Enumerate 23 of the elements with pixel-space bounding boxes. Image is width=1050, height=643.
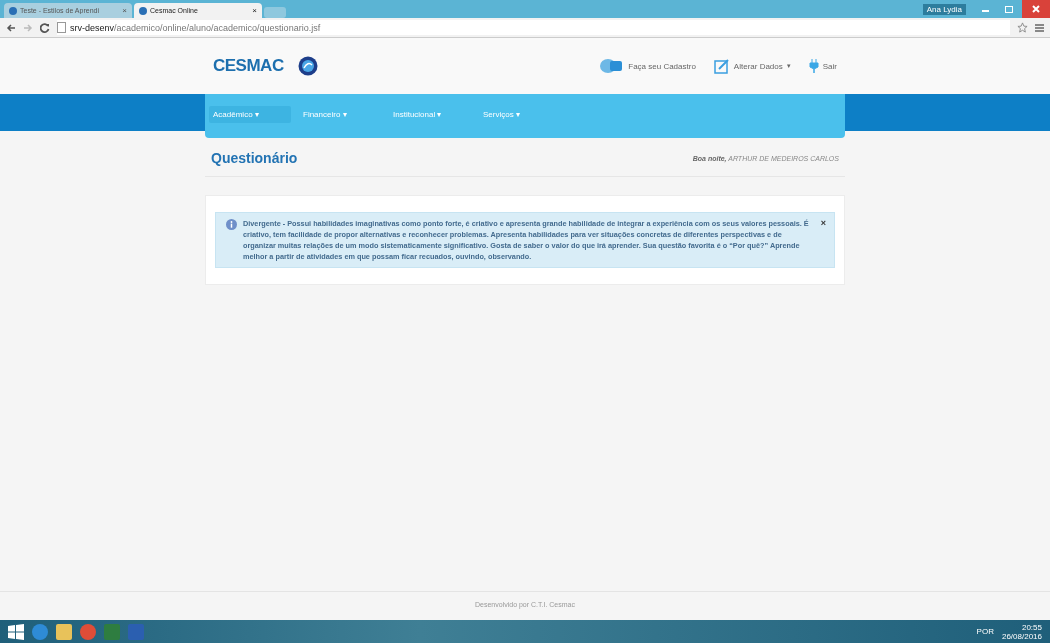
profile-badge[interactable]: Ana Lydia [922, 3, 966, 15]
close-tab-button[interactable]: × [252, 6, 257, 15]
language-indicator[interactable]: POR [976, 627, 994, 636]
star-icon[interactable] [1017, 22, 1028, 33]
clock[interactable]: 20:55 26/08/2016 [1001, 622, 1042, 641]
logo-text[interactable]: CESMAC [213, 56, 284, 76]
page-title: Questionário [211, 150, 298, 166]
header-link[interactable]: Faça seu Cadastro [600, 59, 696, 73]
forward-arrow-icon[interactable] [23, 22, 33, 33]
close-window-button[interactable] [1022, 0, 1050, 18]
windows-logo-icon[interactable] [8, 623, 24, 640]
close-tab-button[interactable]: × [122, 6, 127, 15]
close-button[interactable]: × [820, 218, 826, 228]
info-icon [226, 219, 237, 230]
reload-icon[interactable] [40, 22, 50, 33]
globe-logo-icon [297, 56, 318, 76]
close-icon [1032, 5, 1040, 13]
back-arrow-icon[interactable] [6, 22, 16, 33]
menu-icon[interactable] [1035, 22, 1044, 33]
address-bar[interactable]: srv-desenv/academico/online/aluno/academico/questionario.jsf [57, 20, 1010, 35]
plug-icon [808, 58, 819, 74]
header-link[interactable]: Sair [808, 58, 837, 74]
edit-icon [713, 58, 730, 74]
